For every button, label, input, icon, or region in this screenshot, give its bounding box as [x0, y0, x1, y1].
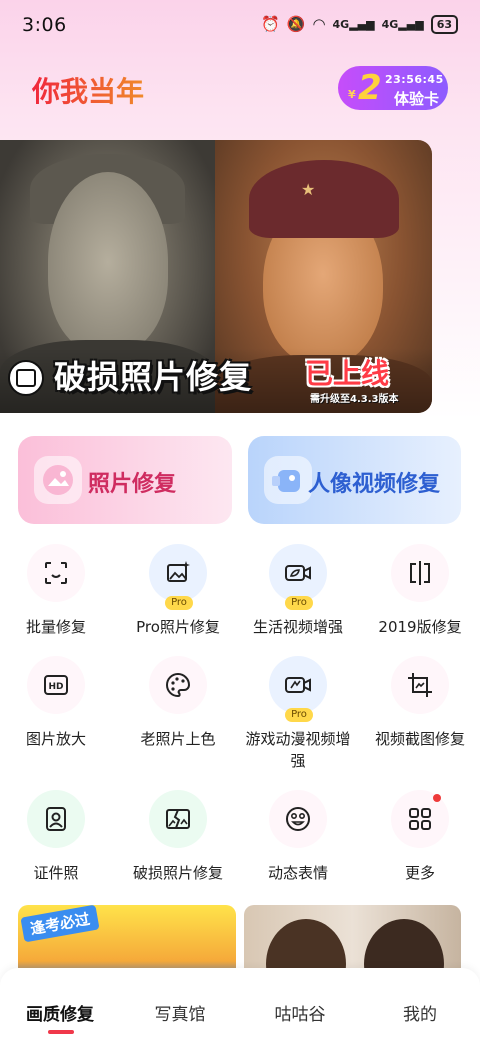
split-frame-icon-svg: [410, 561, 430, 585]
tool-label: 2019版修复: [378, 618, 462, 636]
hat-mark: ★: [301, 180, 316, 199]
status-time: 3:06: [22, 14, 67, 36]
grid-icon-svg: [409, 808, 431, 830]
game-video-icon-svg: [285, 677, 311, 693]
card-label: 人像视频修复: [308, 472, 441, 497]
signal-label: 4G: [332, 17, 350, 31]
app-title: 你我当年: [32, 70, 144, 110]
broken-photo-icon-svg: [166, 809, 190, 829]
tool-id-photo[interactable]: 证件照: [0, 790, 116, 884]
batch-face-icon-svg: [45, 562, 67, 584]
wifi-icon: ◠: [312, 15, 326, 33]
hd-icon: HD: [27, 656, 85, 714]
id-photo-icon: [27, 790, 85, 848]
palette-icon-svg: [166, 672, 191, 698]
status-bar: 3:06 ⏰ 🔕 ◠ 4G▂▄▆ 4G▂▄▆ 63: [0, 0, 480, 50]
battery-icon: 63: [430, 14, 458, 34]
photo-icon: [34, 456, 82, 504]
tool-label: 更多: [404, 864, 435, 882]
smile-icon-svg: [286, 807, 310, 831]
trial-card-button[interactable]: ¥ 2 23:56:45 体验卡: [338, 66, 448, 110]
video-camera-icon: [264, 456, 312, 504]
portrait-video-repair-card[interactable]: 人像视频修复: [248, 436, 461, 524]
tool-label: 批量修复: [25, 618, 86, 636]
video-leaf-icon: Pro: [269, 544, 327, 610]
smile-icon: [269, 790, 327, 848]
tool-label: 游戏动漫视频增强: [245, 730, 351, 770]
nav-tab-me[interactable]: 我的: [360, 1000, 480, 1025]
trial-countdown: 23:56:45: [385, 73, 444, 86]
tool-2019-repair[interactable]: 2019版修复: [360, 544, 480, 638]
tool-label: 生活视频增强: [252, 618, 343, 636]
notification-dot: [433, 794, 441, 802]
crop-image-icon-svg: [408, 673, 432, 697]
tool-label: 视频截图修复: [374, 730, 465, 748]
tool-more[interactable]: 更多: [360, 790, 480, 884]
batch-face-icon: [27, 544, 85, 602]
status-icons: ⏰ 🔕 ◠ 4G▂▄▆ 4G▂▄▆ 63: [261, 14, 458, 34]
tool-life-video-enhance[interactable]: Pro 生活视频增强: [238, 544, 358, 638]
photo-icon-svg: [43, 465, 73, 495]
image-sparkle-icon-svg: [167, 561, 190, 582]
grid-icon: [391, 790, 449, 848]
signal-label: 4G: [381, 17, 399, 31]
mute-icon: 🔕: [286, 15, 306, 33]
id-photo-icon-svg: [46, 807, 66, 831]
pro-badge: Pro: [285, 708, 313, 722]
pro-badge: Pro: [285, 596, 313, 610]
currency-symbol: ¥: [348, 88, 356, 101]
video-leaf-icon-svg: [285, 565, 311, 581]
tool-label: 老照片上色: [140, 730, 216, 748]
tool-broken-photo-repair[interactable]: 破损照片修复: [118, 790, 238, 884]
promo-banner[interactable]: ★ 破损照片修复 已上线 需升级至4.3.3版本: [0, 140, 432, 413]
tool-label: 证件照: [33, 864, 79, 882]
nav-tab-studio[interactable]: 写真馆: [120, 1000, 240, 1025]
tool-animated-emoji[interactable]: 动态表情: [238, 790, 358, 884]
pro-badge: Pro: [165, 596, 193, 610]
signal-icon: 4G▂▄▆: [332, 17, 375, 31]
banner-note: 需升级至4.3.3版本: [310, 394, 399, 405]
tool-label: 图片放大: [25, 730, 86, 748]
card-label: 照片修复: [88, 472, 177, 497]
game-video-icon: Pro: [269, 656, 327, 722]
bottom-nav: 画质修复 写真馆 咕咕谷 我的: [0, 968, 480, 1058]
tool-label: 动态表情: [267, 864, 328, 882]
video-camera-icon-svg: [272, 470, 300, 492]
broken-photo-icon: [8, 360, 44, 396]
tool-label: Pro照片修复: [136, 618, 220, 636]
crop-image-icon: [391, 656, 449, 714]
active-tab-indicator: [48, 1030, 74, 1034]
new-hat-shape: [249, 160, 399, 238]
tool-upscale[interactable]: HD 图片放大: [0, 656, 116, 750]
image-sparkle-icon: Pro: [149, 544, 207, 610]
tool-pro-photo-repair[interactable]: Pro Pro照片修复: [118, 544, 238, 638]
nav-tab-quality-repair[interactable]: 画质修复: [0, 1000, 120, 1025]
signal-icon: 4G▂▄▆: [381, 17, 424, 31]
broken-photo-icon: [149, 790, 207, 848]
split-frame-icon: [391, 544, 449, 602]
palette-icon: [149, 656, 207, 714]
battery-level: 63: [436, 17, 452, 31]
alarm-icon: ⏰: [261, 15, 280, 33]
banner-title: 破损照片修复: [54, 358, 253, 396]
trial-label: 体验卡: [394, 90, 440, 108]
old-face-shape: [48, 172, 168, 352]
tool-game-anime-video-enhance[interactable]: Pro 游戏动漫视频增强: [238, 656, 358, 772]
promo-tag: 逢考必过: [20, 905, 100, 943]
banner-badge: 已上线: [305, 357, 390, 390]
tool-label: 破损照片修复: [132, 864, 223, 882]
trial-amount: 2: [358, 68, 382, 108]
tool-batch-repair[interactable]: 批量修复: [0, 544, 116, 638]
nav-tab-gugu[interactable]: 咕咕谷: [240, 1000, 360, 1025]
broken-photo-icon-frame: [16, 369, 36, 387]
photo-repair-card[interactable]: 照片修复: [18, 436, 232, 524]
coin-icon: ¥ 2: [344, 68, 386, 108]
tool-colorize[interactable]: 老照片上色: [118, 656, 238, 750]
svg-text:HD: HD: [48, 682, 63, 692]
hd-icon-svg: HD: [44, 675, 68, 695]
tool-video-screenshot-repair[interactable]: 视频截图修复: [360, 656, 480, 750]
